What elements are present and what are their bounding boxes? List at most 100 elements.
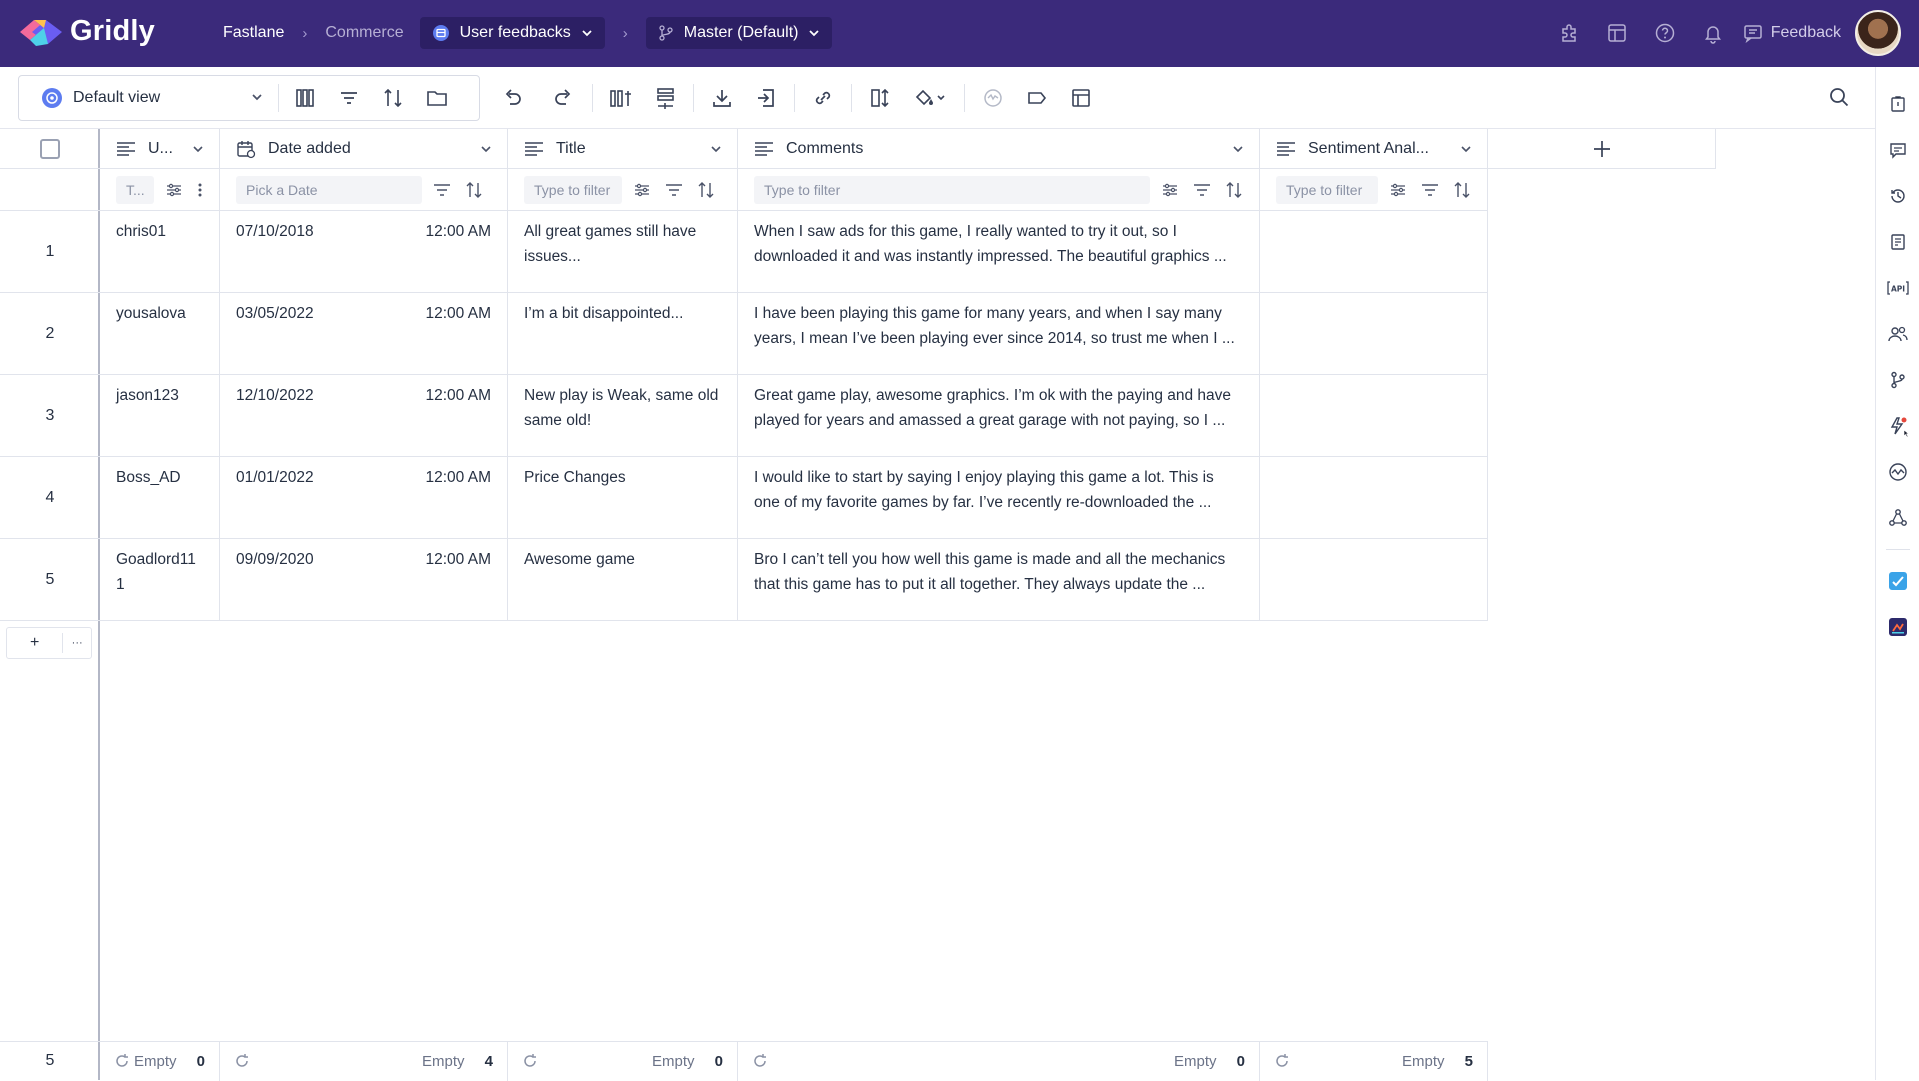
column-header-date-added[interactable]: Date added	[220, 129, 508, 169]
column-header-comments[interactable]: Comments	[738, 129, 1260, 169]
feedback-button[interactable]: Feedback	[1737, 13, 1855, 53]
refresh-icon[interactable]	[114, 1053, 130, 1069]
app-analytics-button[interactable]	[1876, 604, 1919, 650]
notes-button[interactable]	[1876, 219, 1919, 265]
date-filter-input[interactable]: Pick a Date	[236, 175, 422, 204]
search-button[interactable]	[1817, 75, 1861, 119]
refresh-icon[interactable]	[522, 1053, 538, 1069]
filter-button[interactable]	[658, 174, 690, 206]
chevron-down-icon[interactable]	[1459, 142, 1473, 156]
cell-user[interactable]: chris01	[100, 211, 220, 293]
import-button[interactable]	[744, 76, 788, 120]
footer-stat-title[interactable]: Empty 0	[508, 1042, 738, 1081]
cell-title[interactable]: All great games still have issues...	[508, 211, 738, 293]
chevron-down-icon[interactable]	[709, 142, 723, 156]
insert-row-button[interactable]	[643, 76, 687, 120]
app-lokalise-button[interactable]	[1876, 558, 1919, 604]
filter-options-button[interactable]	[1382, 174, 1414, 206]
add-row-more-button[interactable]: ···	[63, 637, 91, 649]
row-index[interactable]: 2	[0, 293, 100, 375]
notifications-button[interactable]	[1689, 9, 1737, 57]
cell-sentiment[interactable]	[1260, 457, 1488, 539]
undo-button[interactable]	[490, 76, 534, 120]
breadcrumb-project[interactable]: Fastlane	[215, 17, 292, 49]
column-header-title[interactable]: Title	[508, 129, 738, 169]
refresh-icon[interactable]	[752, 1053, 768, 1069]
add-row-button[interactable]: +	[7, 634, 62, 652]
chevron-down-icon[interactable]	[479, 142, 493, 156]
insert-column-button[interactable]	[599, 76, 643, 120]
footer-stat-date[interactable]: Empty 4	[220, 1042, 508, 1081]
cell-sentiment[interactable]	[1260, 375, 1488, 457]
cell-comments[interactable]: I would like to start by saying I enjoy …	[738, 457, 1260, 539]
more-options-button[interactable]	[190, 174, 210, 206]
redo-button[interactable]	[542, 76, 586, 120]
row-index[interactable]: 1	[0, 211, 100, 293]
cell-sentiment[interactable]	[1260, 211, 1488, 293]
select-all-checkbox[interactable]	[40, 138, 60, 159]
cell-date[interactable]: 12/10/2022 12:00 AM	[220, 375, 508, 457]
column-header-user[interactable]: U...	[100, 129, 220, 169]
filter-button[interactable]	[327, 76, 371, 120]
plugins-button[interactable]	[1545, 9, 1593, 57]
user-avatar[interactable]	[1855, 10, 1901, 56]
filter-options-button[interactable]	[1154, 174, 1186, 206]
footer-stat-user[interactable]: Empty 0	[100, 1042, 220, 1081]
columns-button[interactable]	[283, 76, 327, 120]
cell-sentiment[interactable]	[1260, 293, 1488, 375]
integrations-button[interactable]	[1876, 449, 1919, 495]
view-selector[interactable]: Default view	[19, 76, 274, 120]
link-button[interactable]	[801, 76, 845, 120]
export-button[interactable]	[700, 76, 744, 120]
members-button[interactable]	[1876, 311, 1919, 357]
sort-button[interactable]	[690, 174, 722, 206]
automations-button[interactable]	[1876, 403, 1919, 449]
folder-button[interactable]	[415, 76, 459, 120]
grid-selector[interactable]: User feedbacks	[419, 17, 605, 49]
row-index[interactable]: 4	[0, 457, 100, 539]
cell-comments[interactable]: I have been playing this game for many y…	[738, 293, 1260, 375]
filter-input[interactable]: Type to filter	[754, 175, 1150, 204]
cell-title[interactable]: Awesome game	[508, 539, 738, 621]
table-settings-button[interactable]	[1059, 76, 1103, 120]
breadcrumb-database[interactable]: Commerce	[317, 17, 411, 49]
refresh-icon[interactable]	[234, 1053, 250, 1069]
filter-options-button[interactable]	[158, 174, 190, 206]
filter-button[interactable]	[426, 174, 458, 206]
cell-comments[interactable]: Bro I can’t tell you how well this game …	[738, 539, 1260, 621]
filter-input[interactable]: Type to filter	[524, 175, 622, 204]
cell-date[interactable]: 03/05/2022 12:00 AM	[220, 293, 508, 375]
gridly-logo[interactable]: Gridly	[18, 15, 155, 48]
cell-title[interactable]: Price Changes	[508, 457, 738, 539]
chevron-down-icon[interactable]	[191, 142, 205, 156]
filter-input[interactable]: T...	[116, 175, 154, 204]
cell-user[interactable]: Boss_AD	[100, 457, 220, 539]
cell-user[interactable]: jason123	[100, 375, 220, 457]
cell-comments[interactable]: When I saw ads for this game, I really w…	[738, 211, 1260, 293]
help-button[interactable]	[1641, 9, 1689, 57]
history-button[interactable]	[1876, 173, 1919, 219]
comments-button[interactable]	[1876, 127, 1919, 173]
row-index[interactable]: 5	[0, 539, 100, 621]
cell-title[interactable]: New play is Weak, same old same old!	[508, 375, 738, 457]
refresh-icon[interactable]	[1274, 1053, 1290, 1069]
api-button[interactable]: API	[1876, 265, 1919, 311]
tag-button[interactable]	[1015, 76, 1059, 120]
cell-sentiment[interactable]	[1260, 539, 1488, 621]
filter-options-button[interactable]	[626, 174, 658, 206]
sort-button[interactable]	[1446, 174, 1478, 206]
cell-comments[interactable]: Great game play, awesome graphics. I’m o…	[738, 375, 1260, 457]
branch-selector[interactable]: Master (Default)	[645, 17, 833, 49]
fill-color-button[interactable]	[902, 76, 958, 120]
row-index[interactable]: 3	[0, 375, 100, 457]
cell-date[interactable]: 09/09/2020 12:00 AM	[220, 539, 508, 621]
webhooks-button[interactable]	[1876, 495, 1919, 541]
record-history-button[interactable]	[1876, 81, 1919, 127]
dependency-button[interactable]	[971, 76, 1015, 120]
sort-button[interactable]	[371, 76, 415, 120]
footer-stat-comments[interactable]: Empty 0	[738, 1042, 1260, 1081]
cell-date[interactable]: 01/01/2022 12:00 AM	[220, 457, 508, 539]
branches-button[interactable]	[1876, 357, 1919, 403]
filter-button[interactable]	[1186, 174, 1218, 206]
filter-input[interactable]: Type to filter	[1276, 175, 1378, 204]
